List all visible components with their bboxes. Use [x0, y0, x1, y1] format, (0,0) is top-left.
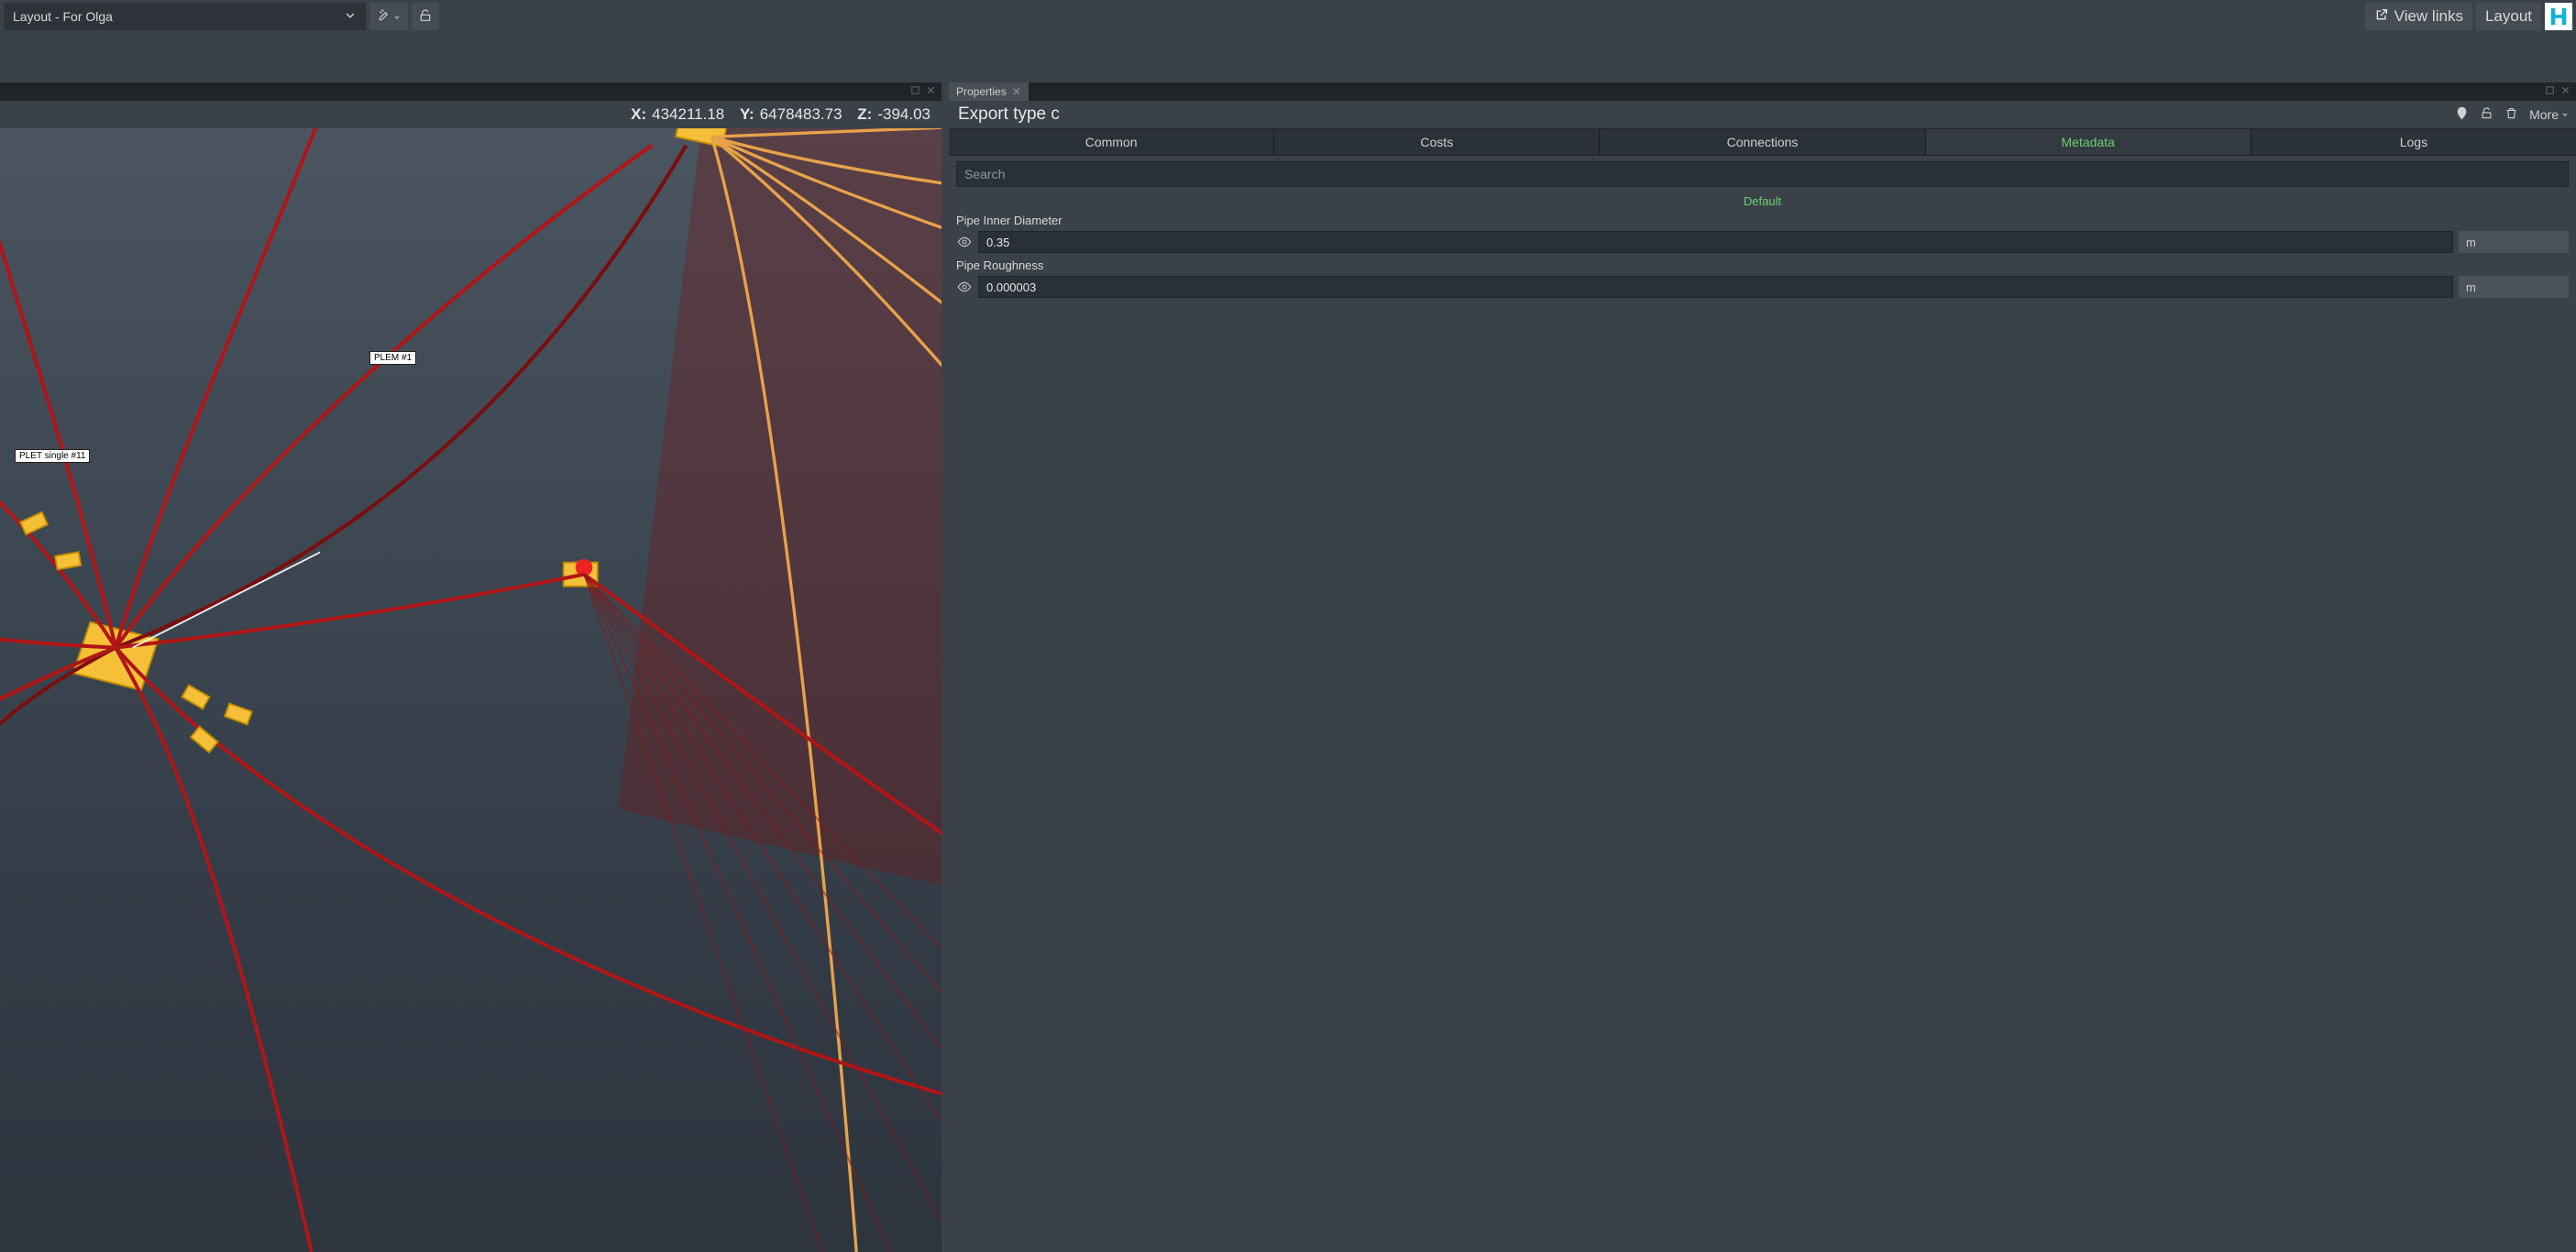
coord-z-value: -394.03 [877, 105, 930, 124]
viewport-panel: X: 434211.18 Y: 6478483.73 Z: -394.03 [0, 82, 941, 1252]
brand-logo [2545, 3, 2572, 30]
layout-selector[interactable]: Layout - For Olga [4, 3, 366, 30]
pipe-inner-diameter-input[interactable] [978, 231, 2453, 253]
scene-label-plet11[interactable]: PLET single #11 [15, 449, 90, 463]
coord-y-value: 6478483.73 [760, 105, 842, 124]
section-default: Default [949, 192, 2576, 214]
panel-window-controls [2539, 82, 2576, 101]
field-pipe-inner-diameter: Pipe Inner Diameter m [949, 214, 2576, 258]
unit-selector[interactable]: m [2459, 276, 2569, 298]
topbar-right: View links Layout [2365, 3, 2572, 30]
scene-label-plem1[interactable]: PLEM #1 [369, 351, 416, 365]
panel-tab-properties[interactable]: Properties ✕ [949, 82, 1029, 101]
coord-x-label: X: [631, 105, 646, 124]
search-row [949, 156, 2576, 192]
chevron-down-icon [344, 9, 357, 25]
properties-tabs: Common Costs Connections Metadata Logs [949, 128, 2576, 156]
chevron-down-icon [393, 9, 401, 24]
trash-icon[interactable] [2504, 106, 2518, 123]
properties-panel: Properties ✕ Export type c [949, 82, 2576, 1252]
lock-icon[interactable] [2480, 106, 2493, 123]
properties-header: Export type c More [949, 101, 2576, 128]
maximize-icon[interactable] [910, 85, 920, 98]
external-link-icon [2374, 7, 2389, 27]
field-label: Pipe Inner Diameter [956, 214, 2569, 227]
lock-toggle-button[interactable] [412, 3, 439, 30]
coord-z-label: Z: [857, 105, 872, 124]
unit-selector[interactable]: m [2459, 231, 2569, 253]
close-icon[interactable] [926, 85, 936, 98]
eye-icon[interactable] [956, 235, 973, 249]
tools-button[interactable] [369, 3, 408, 30]
coord-y-label: Y: [740, 105, 754, 124]
field-label: Pipe Roughness [956, 258, 2569, 272]
properties-header-icons: More [2455, 106, 2569, 123]
more-button[interactable]: More [2529, 107, 2569, 122]
coord-x-value: 434211.18 [652, 105, 724, 124]
search-input[interactable] [956, 161, 2569, 187]
field-row: m [956, 231, 2569, 253]
maximize-icon[interactable] [2545, 85, 2555, 98]
topbar: Layout - For Olga View links [0, 0, 2576, 33]
coordinate-bar: X: 434211.18 Y: 6478483.73 Z: -394.03 [0, 101, 941, 128]
properties-title: Export type c [958, 104, 1060, 125]
viewport-titlebar [0, 82, 941, 101]
layout-button-label: Layout [2485, 7, 2532, 26]
topbar-left: Layout - For Olga [4, 3, 439, 30]
eye-icon[interactable] [956, 280, 973, 294]
panel-tabstrip: Properties ✕ [949, 82, 2576, 101]
tab-logs[interactable]: Logs [2251, 129, 2576, 155]
tab-common[interactable]: Common [949, 129, 1274, 155]
work-area: X: 434211.18 Y: 6478483.73 Z: -394.03 [0, 33, 2576, 1252]
view-links-label: View links [2394, 7, 2463, 26]
tools-icon [377, 8, 391, 26]
close-icon[interactable] [2560, 85, 2570, 98]
panel-tab-label: Properties [956, 85, 1007, 98]
layout-button[interactable]: Layout [2476, 3, 2541, 30]
tab-costs[interactable]: Costs [1274, 129, 1600, 155]
pipe-roughness-input[interactable] [978, 276, 2453, 298]
tab-metadata[interactable]: Metadata [1926, 129, 2251, 155]
viewport-canvas[interactable]: PLEM #1 PLET single #11 [0, 128, 941, 1252]
lock-open-icon [418, 8, 433, 26]
pin-icon[interactable] [2455, 106, 2469, 123]
field-pipe-roughness: Pipe Roughness m [949, 258, 2576, 303]
tab-connections[interactable]: Connections [1600, 129, 1925, 155]
close-icon[interactable]: ✕ [1012, 85, 1021, 98]
chevron-down-icon [2561, 111, 2569, 118]
layout-selector-label: Layout - For Olga [13, 9, 113, 24]
view-links-button[interactable]: View links [2365, 3, 2472, 30]
more-label: More [2529, 107, 2559, 122]
field-row: m [956, 276, 2569, 298]
